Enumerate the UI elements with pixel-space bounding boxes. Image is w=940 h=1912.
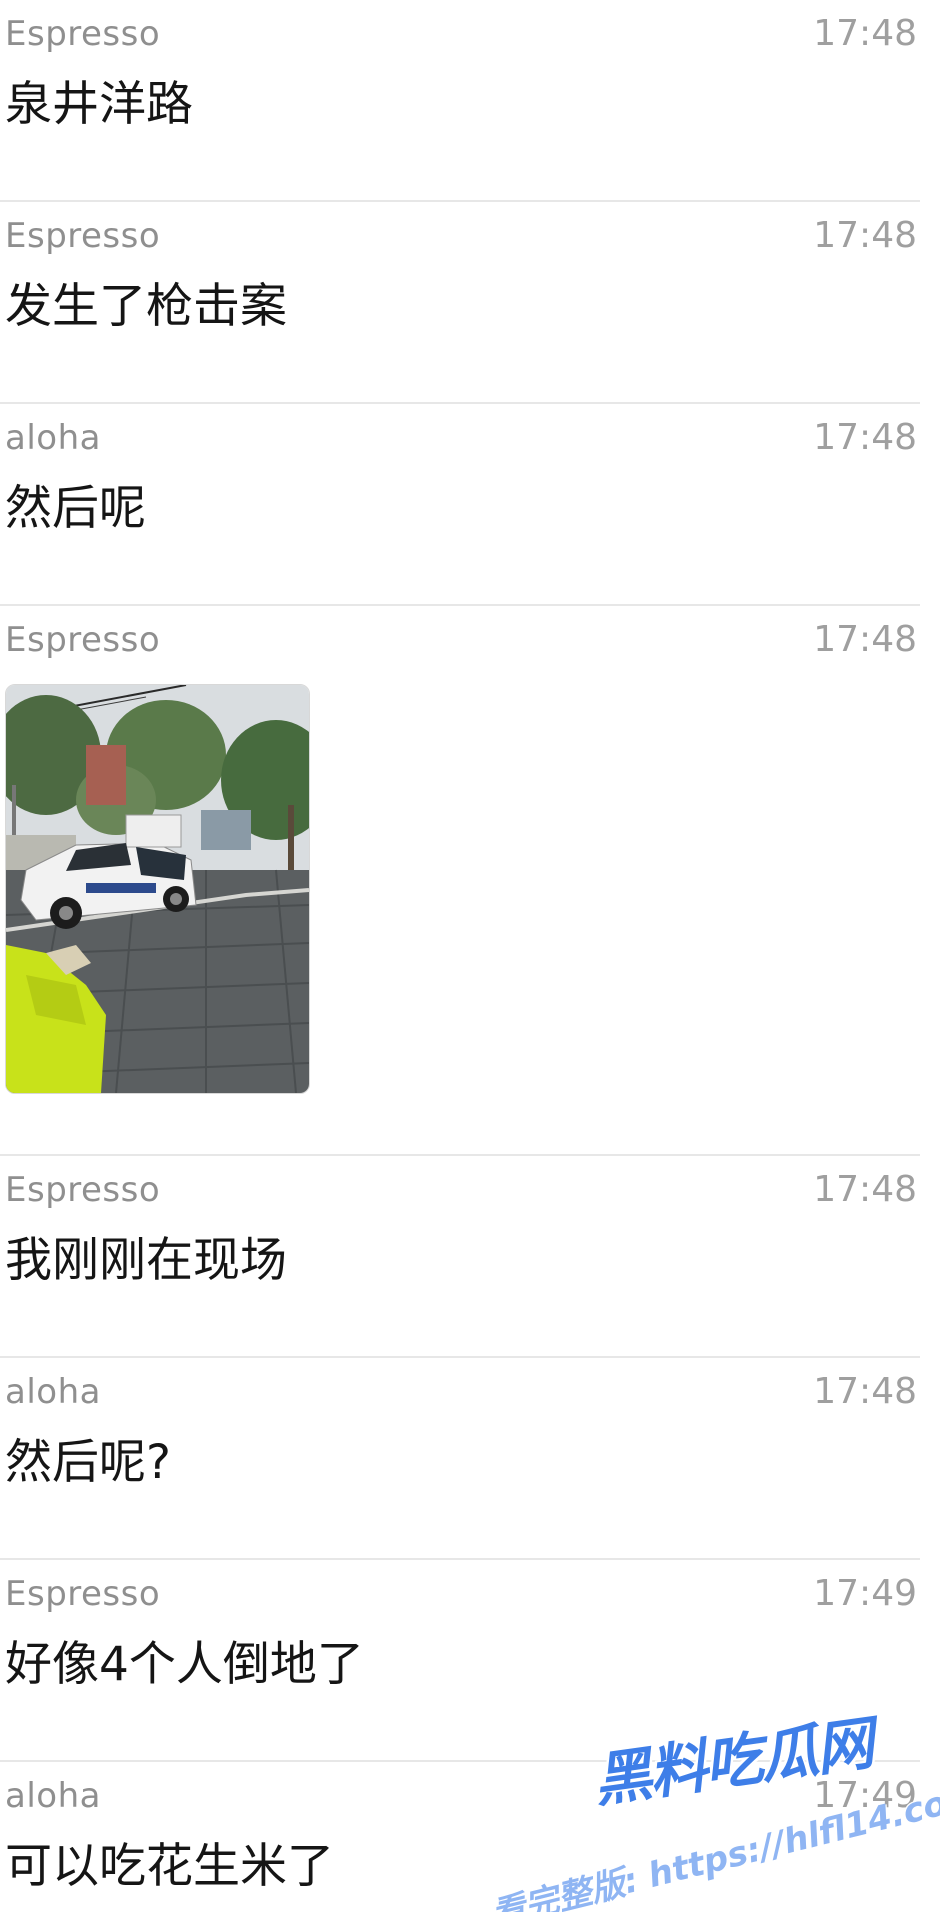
message-time: 17:49	[813, 1775, 917, 1816]
message-text: 好像4个人倒地了	[5, 1637, 364, 1692]
message-text: 发生了枪击案	[5, 279, 287, 334]
message-sender: Espresso	[5, 216, 161, 256]
police-car-street-photo	[6, 685, 309, 1093]
message-text: 我刚刚在现场	[5, 1233, 287, 1288]
message-photo[interactable]	[5, 684, 310, 1094]
message-time: 17:48	[813, 13, 917, 54]
message-row[interactable]: aloha 17:49 可以吃花生米了	[0, 1762, 920, 1912]
message-text: 泉井洋路	[5, 77, 193, 132]
message-row[interactable]: Espresso 17:48 我刚刚在现场	[0, 1156, 920, 1358]
message-text: 可以吃花生米了	[5, 1839, 334, 1894]
message-sender: Espresso	[5, 1170, 161, 1210]
message-row[interactable]: Espresso 17:48 泉井洋路	[0, 0, 920, 202]
message-text: 然后呢	[5, 481, 146, 536]
message-sender: Espresso	[5, 620, 161, 660]
message-sender: aloha	[5, 418, 101, 458]
message-row[interactable]: Espresso 17:49 好像4个人倒地了	[0, 1560, 920, 1762]
message-sender: Espresso	[5, 14, 161, 54]
message-row[interactable]: aloha 17:48 然后呢?	[0, 1358, 920, 1560]
message-time: 17:48	[813, 1371, 917, 1412]
message-sender: aloha	[5, 1776, 101, 1816]
message-sender: Espresso	[5, 1574, 161, 1614]
message-time: 17:48	[813, 215, 917, 256]
message-sender: aloha	[5, 1372, 101, 1412]
message-row[interactable]: Espresso 17:48 发生了枪击案	[0, 202, 920, 404]
chat-message-list: Espresso 17:48 泉井洋路 Espresso 17:48 发生了枪击…	[0, 0, 940, 1912]
message-text: 然后呢?	[5, 1435, 171, 1490]
message-time: 17:48	[813, 417, 917, 458]
message-time: 17:49	[813, 1573, 917, 1614]
message-time: 17:48	[813, 619, 917, 660]
message-row-image: Espresso 17:48	[0, 606, 920, 1156]
message-time: 17:48	[813, 1169, 917, 1210]
message-row[interactable]: aloha 17:48 然后呢	[0, 404, 920, 606]
